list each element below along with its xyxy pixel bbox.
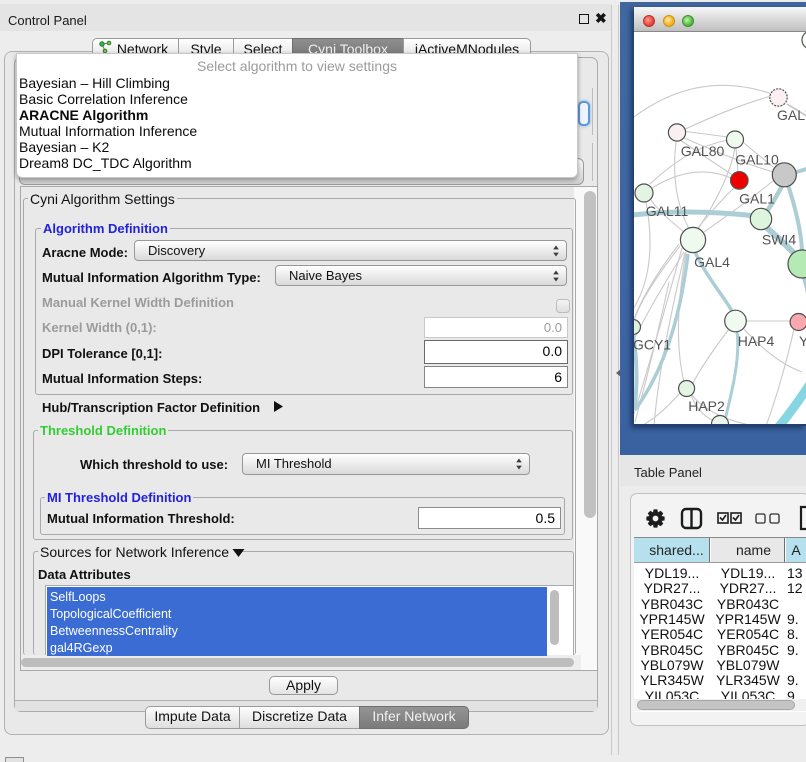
svg-text:HAP2: HAP2 [688, 398, 725, 414]
svg-text:GAL80: GAL80 [681, 143, 725, 159]
svg-text:HAP4: HAP4 [738, 333, 775, 349]
svg-text:GAL7: GAL7 [777, 107, 806, 123]
svg-text:GAL4: GAL4 [694, 254, 730, 270]
svg-text:GCY1: GCY1 [634, 337, 671, 353]
svg-text:SWI4: SWI4 [762, 232, 796, 248]
svg-text:Y: Y [799, 333, 806, 349]
svg-text:GAL11: GAL11 [646, 203, 689, 219]
svg-text:GAL10: GAL10 [735, 152, 779, 168]
svg-text:GAL1: GAL1 [739, 191, 775, 207]
